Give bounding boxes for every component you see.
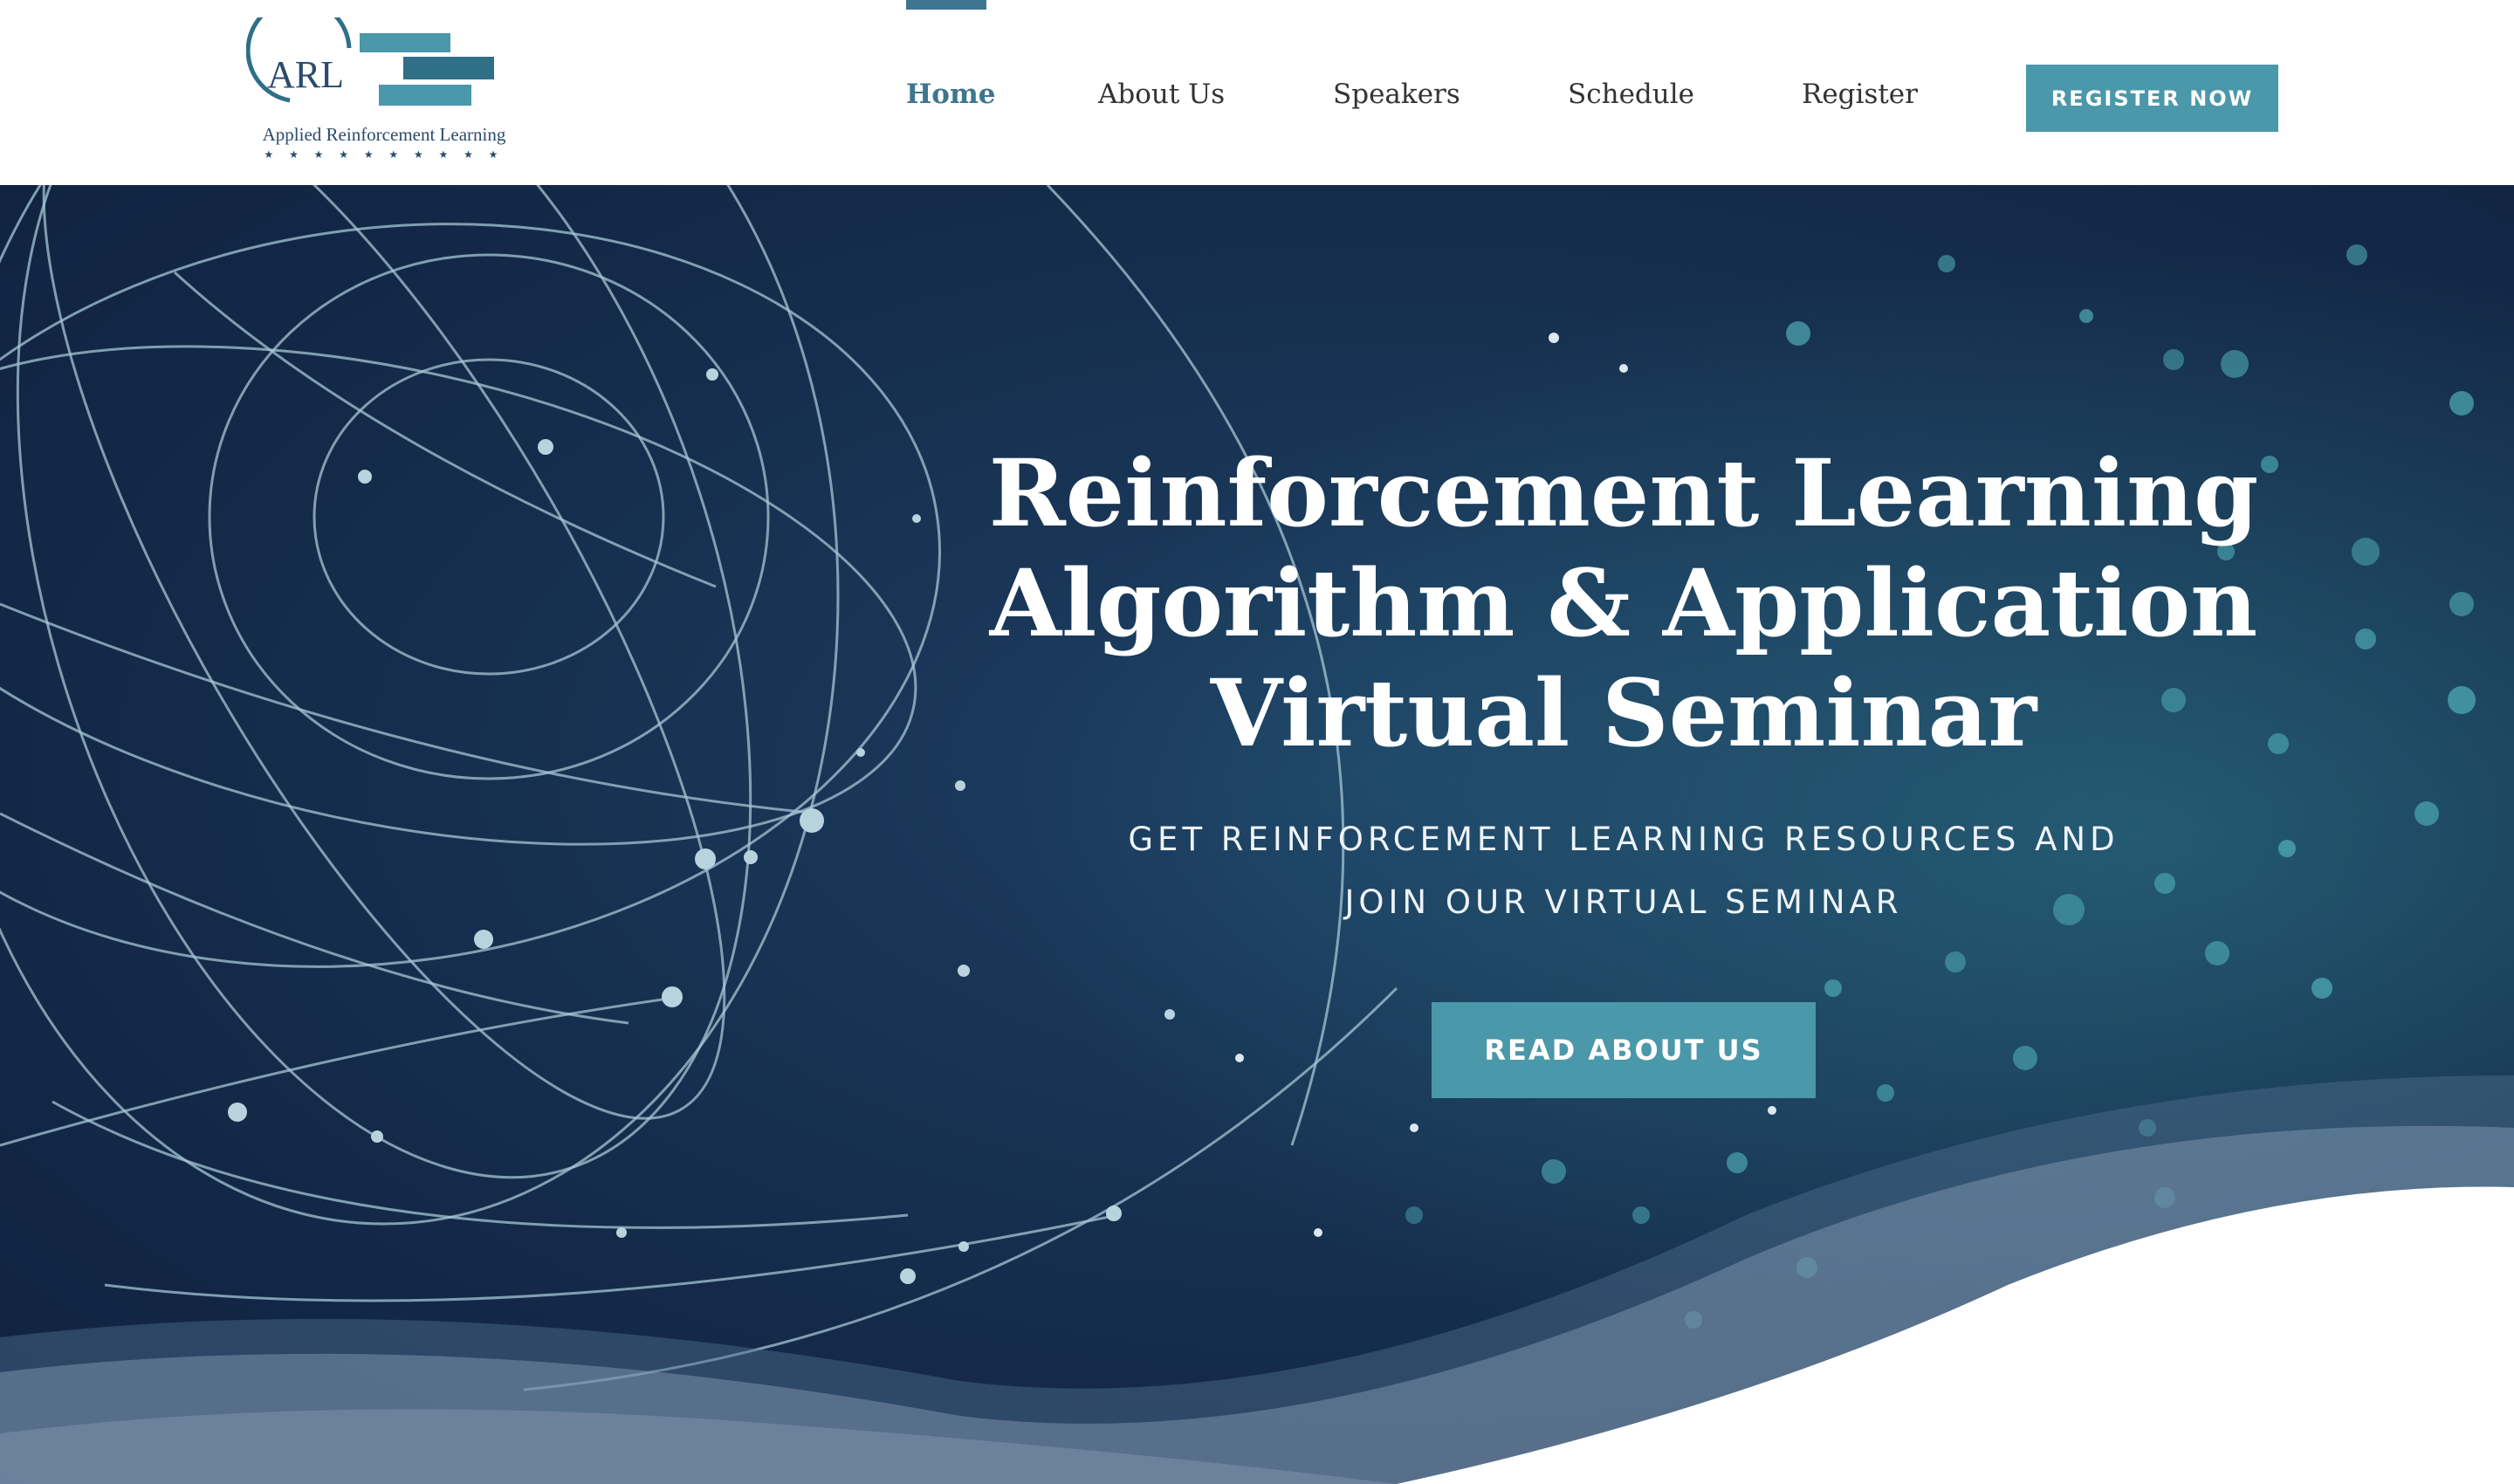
active-nav-indicator <box>906 0 986 10</box>
nav-about-us[interactable]: About Us <box>1098 79 1225 110</box>
hero-subtitle: GET REINFORCEMENT LEARNING RESOURCES AND… <box>1128 821 2119 921</box>
register-now-button[interactable]: REGISTER NOW <box>2026 65 2278 132</box>
nav-home[interactable]: Home <box>906 79 996 110</box>
hero-content: Reinforcement Learning Algorithm & Appli… <box>960 438 2287 1098</box>
site-header: ARL Applied Reinforcement Learning ★ ★ ★… <box>0 0 2514 185</box>
hero-section: Reinforcement Learning Algorithm & Appli… <box>0 185 2514 1484</box>
hero-title: Reinforcement Learning Algorithm & Appli… <box>988 438 2259 767</box>
nav-speakers[interactable]: Speakers <box>1333 79 1460 110</box>
nav-register[interactable]: Register <box>1802 79 1918 110</box>
read-about-us-button[interactable]: READ ABOUT US <box>1432 1002 1816 1098</box>
nav-schedule[interactable]: Schedule <box>1568 79 1694 110</box>
